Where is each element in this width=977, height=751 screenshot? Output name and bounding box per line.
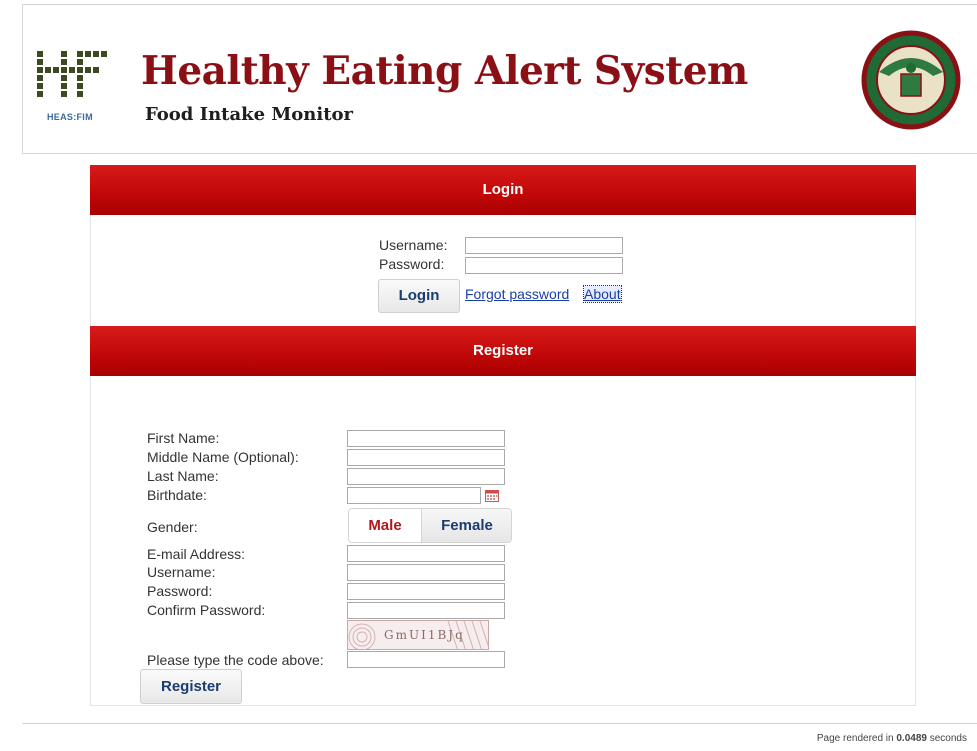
login-username-input[interactable]	[465, 237, 623, 254]
footer-divider	[22, 723, 977, 724]
captcha-text: GmUI1BJq	[384, 628, 465, 642]
login-section-header: Login	[90, 165, 916, 215]
gender-male-option[interactable]: Male	[349, 509, 421, 542]
last-name-label: Last Name:	[147, 468, 219, 484]
register-section-header: Register	[90, 326, 916, 376]
confirm-password-input[interactable]	[347, 602, 505, 619]
birthdate-input[interactable]	[347, 487, 481, 504]
gender-label: Gender:	[147, 519, 198, 535]
about-link[interactable]: About	[583, 285, 622, 303]
site-header: HEAS:FIM Healthy Eating Alert System Foo…	[22, 4, 977, 154]
confirm-password-label: Confirm Password:	[147, 602, 266, 618]
login-username-label: Username:	[379, 237, 448, 253]
middle-name-label: Middle Name (Optional):	[147, 449, 299, 465]
render-time-value: 0.0489	[896, 733, 927, 744]
forgot-password-link[interactable]: Forgot password	[465, 286, 569, 302]
password-label: Password:	[147, 583, 213, 599]
captcha-input[interactable]	[347, 651, 505, 668]
footer-suffix: seconds	[926, 733, 967, 744]
login-password-input[interactable]	[465, 257, 623, 274]
email-label: E-mail Address:	[147, 546, 246, 562]
render-time-footer: Page rendered in 0.0489 seconds	[817, 733, 967, 744]
login-button[interactable]: Login	[378, 279, 460, 313]
first-name-label: First Name:	[147, 430, 220, 446]
last-name-input[interactable]	[347, 468, 505, 485]
logo-caption: HEAS:FIM	[47, 112, 93, 122]
login-panel: Username: Password: Login Forgot passwor…	[90, 215, 916, 326]
login-password-label: Password:	[379, 256, 445, 272]
register-button[interactable]: Register	[140, 669, 242, 704]
gender-female-option[interactable]: Female	[421, 509, 511, 542]
email-input[interactable]	[347, 545, 505, 562]
middle-name-input[interactable]	[347, 449, 505, 466]
captcha-image: GmUI1BJq	[347, 620, 489, 650]
captcha-label: Please type the code above:	[147, 652, 324, 668]
username-input[interactable]	[347, 564, 505, 581]
birthdate-label: Birthdate:	[147, 487, 207, 503]
app-subtitle: Food Intake Monitor	[145, 104, 353, 125]
university-seal-logo	[861, 30, 961, 130]
first-name-input[interactable]	[347, 430, 505, 447]
password-input[interactable]	[347, 583, 505, 600]
heas-logo	[37, 51, 129, 101]
gender-toggle: Male Female	[348, 508, 512, 543]
app-title: Healthy Eating Alert System	[141, 48, 748, 94]
username-label: Username:	[147, 564, 216, 580]
footer-prefix: Page rendered in	[816, 733, 897, 744]
calendar-icon[interactable]	[485, 489, 499, 502]
